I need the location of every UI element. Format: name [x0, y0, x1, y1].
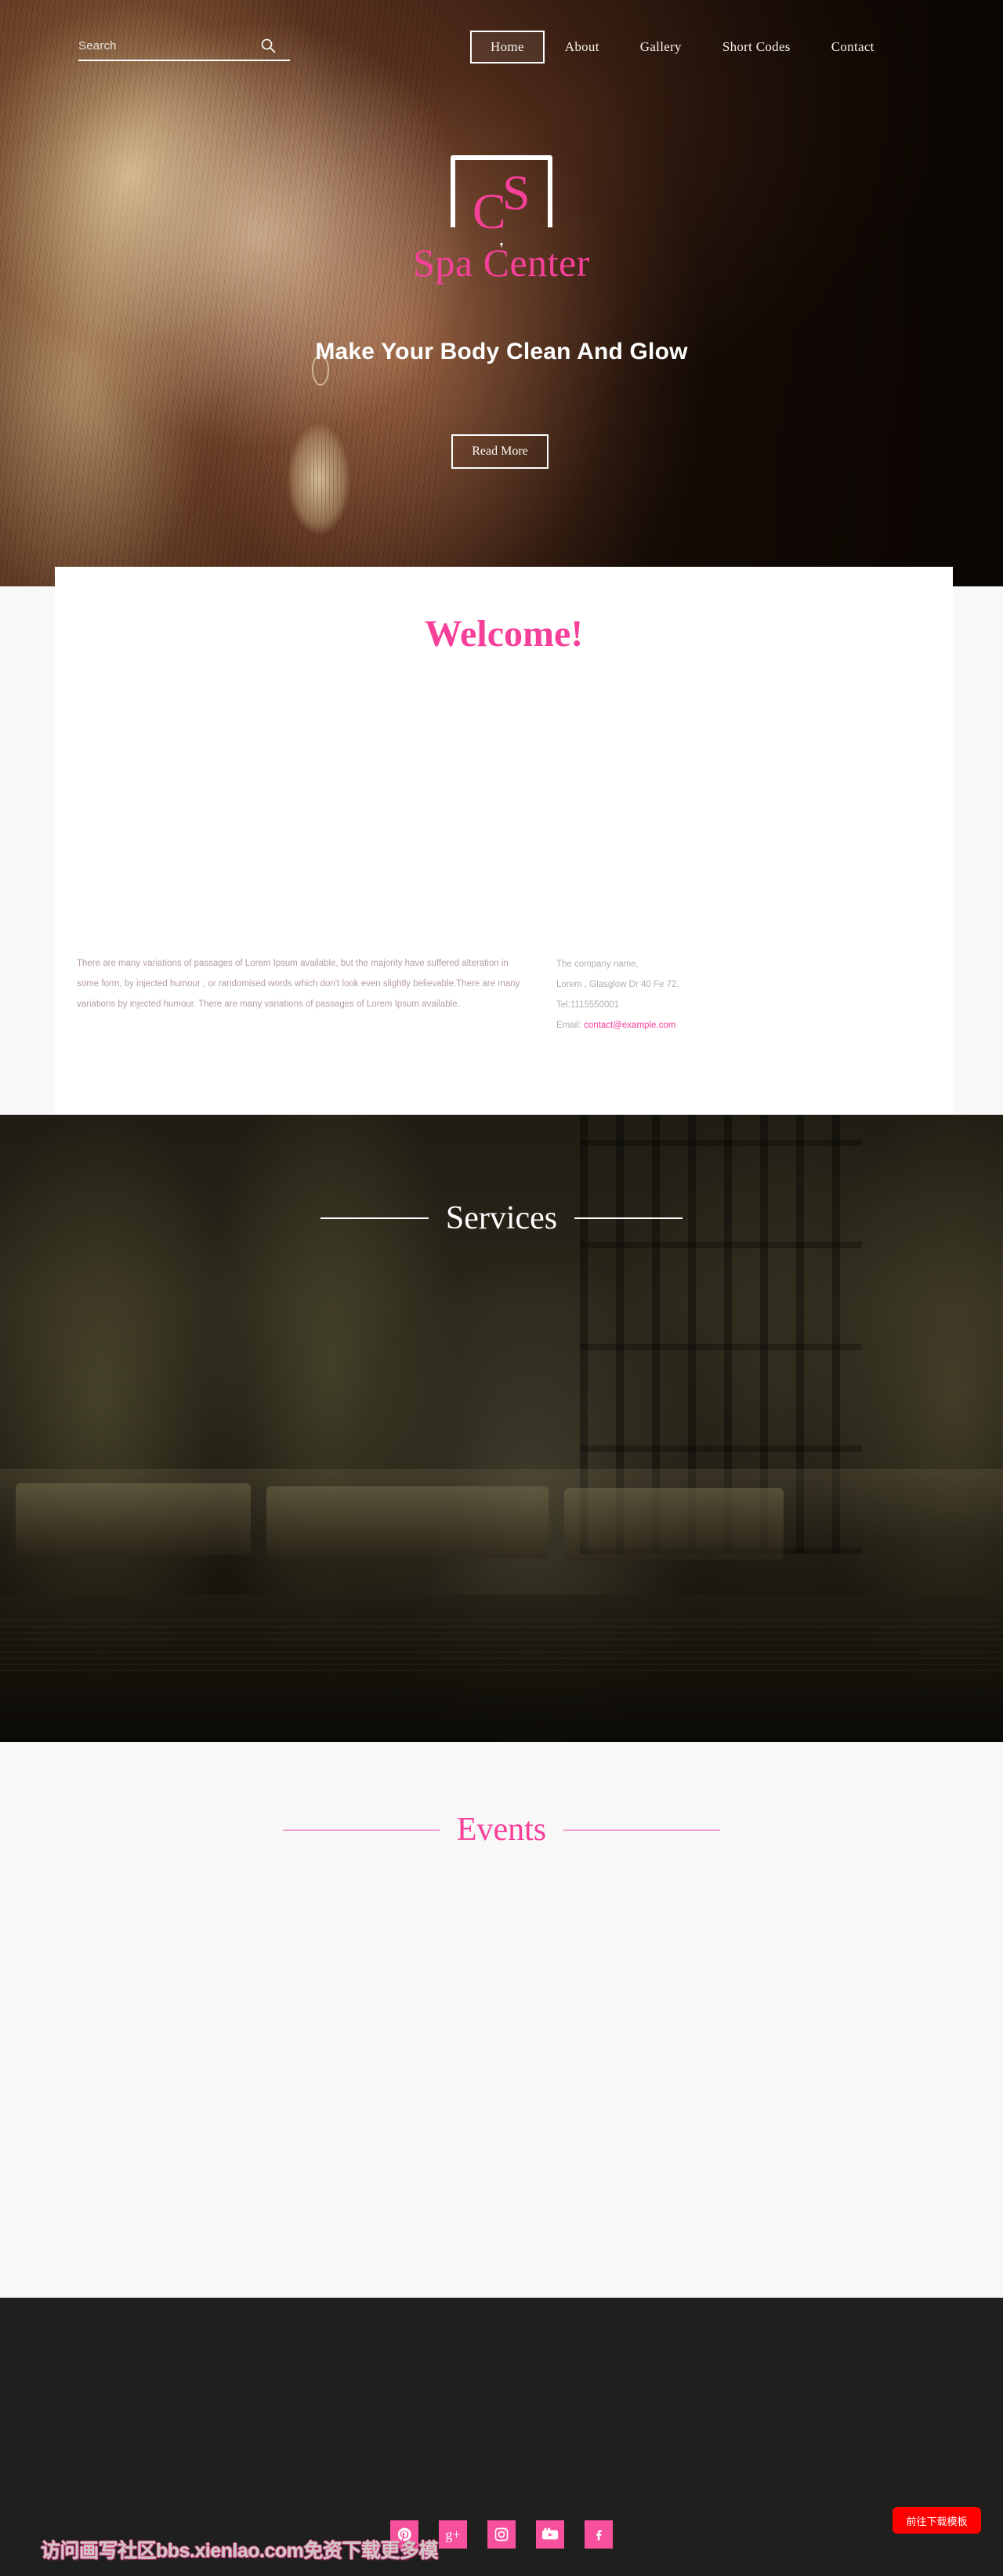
contact-company: The company name,	[556, 960, 639, 969]
read-more-button[interactable]: Read More	[451, 434, 549, 469]
services-reflection	[0, 1616, 1003, 1671]
contact-email-link[interactable]: contact@example.com	[584, 1021, 675, 1030]
nav-item-about[interactable]: About	[545, 31, 620, 63]
youtube-icon[interactable]	[536, 2520, 564, 2549]
nav-item-contact[interactable]: Contact	[811, 31, 895, 63]
search-box[interactable]	[78, 34, 290, 61]
hero-overlay	[0, 0, 1003, 586]
events-heading: Events	[0, 1811, 1003, 1849]
lounger-left	[16, 1483, 251, 1555]
welcome-contact-column: The company name, Lorem , Glasglow Dr 40…	[556, 954, 885, 1036]
watermark-text: 访问画写社区bbs.xienlao.com免资下载更多模	[41, 2540, 438, 2562]
instagram-icon[interactable]	[487, 2520, 516, 2549]
contact-phone: Tel:1115550001	[556, 1000, 620, 1010]
nav-item-home[interactable]: Home	[470, 31, 545, 63]
services-title: Services	[445, 1200, 558, 1236]
lounger-right	[564, 1488, 784, 1560]
welcome-text-column: There are many variations of passages of…	[77, 954, 523, 1036]
site-logo[interactable]: S C	[451, 155, 552, 248]
google-plus-icon[interactable]: g+	[439, 2520, 467, 2549]
download-template-button[interactable]: 前往下载模板	[893, 2507, 981, 2534]
welcome-title: Welcome!	[424, 613, 584, 655]
contact-address: Lorem , Glasglow Dr 40 Fe 72.	[556, 979, 679, 989]
facebook-icon[interactable]	[585, 2520, 613, 2549]
services-lounge-area	[0, 1469, 1003, 1610]
main-navigation[interactable]: Home About Gallery Short Codes Contact	[470, 30, 895, 64]
search-input[interactable]	[78, 34, 255, 56]
heading-rule-right	[574, 1217, 683, 1219]
nav-item-gallery[interactable]: Gallery	[620, 31, 702, 63]
logo-letter-c: C	[473, 183, 506, 239]
hero-tagline: Make Your Body Clean And Glow	[315, 339, 688, 365]
welcome-columns: There are many variations of passages of…	[77, 954, 931, 1036]
welcome-section: Welcome! There are many variations of pa…	[55, 567, 953, 1115]
top-bar: Home About Gallery Short Codes Contact	[0, 0, 1003, 85]
contact-email-row: Email: contact@example.com	[556, 1016, 885, 1036]
lounger-middle	[266, 1486, 549, 1558]
services-heading: Services	[0, 1199, 1003, 1237]
events-title: Events	[456, 1812, 547, 1848]
welcome-paragraph: There are many variations of passages of…	[77, 959, 520, 1009]
nav-item-short-codes[interactable]: Short Codes	[702, 31, 811, 63]
search-icon[interactable]	[259, 36, 277, 55]
heading-rule-left	[320, 1217, 429, 1219]
brand-name: Spa Center	[413, 241, 590, 285]
contact-email-label: Email:	[556, 1020, 581, 1030]
logo-letter-s: S	[502, 165, 530, 220]
google-plus-glyph: g+	[445, 2527, 461, 2542]
hero-section: S C Spa Center Make Your Body Clean And …	[0, 0, 1003, 586]
